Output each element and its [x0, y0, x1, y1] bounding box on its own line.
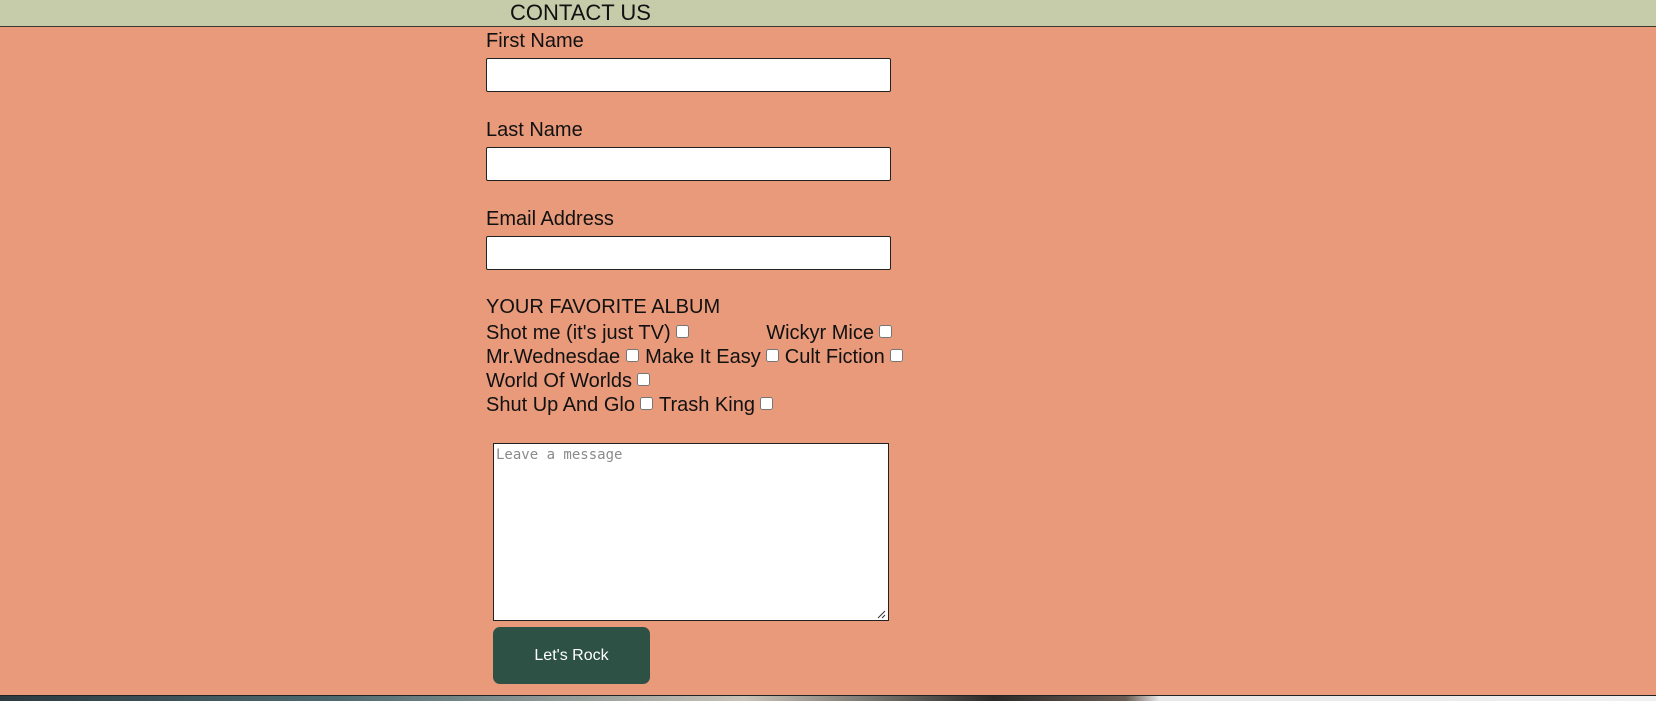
album-option: Mr.Wednesdae	[486, 345, 645, 369]
album-label-mr-wednesdae: Mr.Wednesdae	[486, 346, 621, 368]
album-checkbox-shot-me[interactable]	[675, 324, 689, 338]
album-label-shut-up-and-glo: Shut Up And Glo	[486, 394, 635, 416]
album-row: Mr.Wednesdae Make It Easy Cult Fiction	[486, 345, 903, 369]
background-image-strip	[0, 695, 1656, 701]
contact-form: First Name Last Name Email Address YOUR …	[486, 26, 903, 684]
last-name-input[interactable]	[486, 147, 891, 181]
last-name-label: Last Name	[486, 119, 583, 141]
album-checkbox-make-it-easy[interactable]	[765, 348, 779, 362]
album-option: World Of Worlds	[486, 369, 656, 393]
favorite-album-heading: YOUR FAVORITE ALBUM	[486, 296, 721, 318]
album-label-trash-king: Trash King	[658, 394, 755, 416]
album-label-shot-me: Shot me (it's just TV)	[486, 322, 671, 344]
message-textarea[interactable]	[493, 443, 889, 621]
message-wrapper	[486, 443, 889, 621]
album-checkbox-cult-fiction[interactable]	[889, 348, 903, 362]
album-checkbox-group: Shot me (it's just TV) Wickyr Mice Mr.We…	[486, 321, 903, 417]
email-label: Email Address	[486, 208, 614, 230]
album-checkbox-trash-king[interactable]	[759, 396, 773, 410]
email-input[interactable]	[486, 236, 891, 270]
page-title: CONTACT US	[510, 0, 651, 25]
album-label-world-of-worlds: World Of Worlds	[486, 370, 632, 392]
album-checkbox-wickyr-mice[interactable]	[879, 324, 892, 338]
album-checkbox-world-of-worlds[interactable]	[636, 372, 650, 386]
first-name-label: First Name	[486, 30, 584, 52]
album-row: Shot me (it's just TV) Wickyr Mice	[486, 321, 892, 345]
album-checkbox-shut-up-and-glo[interactable]	[639, 396, 653, 410]
album-option: Cult Fiction	[785, 345, 909, 369]
album-option: Wickyr Mice	[766, 321, 892, 345]
lets-rock-button[interactable]: Let's Rock	[493, 627, 650, 684]
album-checkbox-mr-wednesdae[interactable]	[626, 348, 640, 362]
first-name-input[interactable]	[486, 58, 891, 92]
album-label-make-it-easy: Make It Easy	[645, 346, 761, 368]
album-label-wickyr-mice: Wickyr Mice	[766, 322, 874, 344]
album-option: Shot me (it's just TV)	[486, 321, 695, 345]
resize-grip-icon[interactable]	[876, 609, 886, 619]
album-label-cult-fiction: Cult Fiction	[784, 346, 885, 368]
album-row: World Of Worlds	[486, 369, 892, 393]
album-option: Shut Up And Glo	[486, 393, 659, 417]
album-row: Shut Up And Glo Trash King	[486, 393, 892, 417]
header-band	[0, 0, 1656, 27]
album-option: Make It Easy	[645, 345, 785, 369]
album-option: Trash King	[659, 393, 779, 417]
